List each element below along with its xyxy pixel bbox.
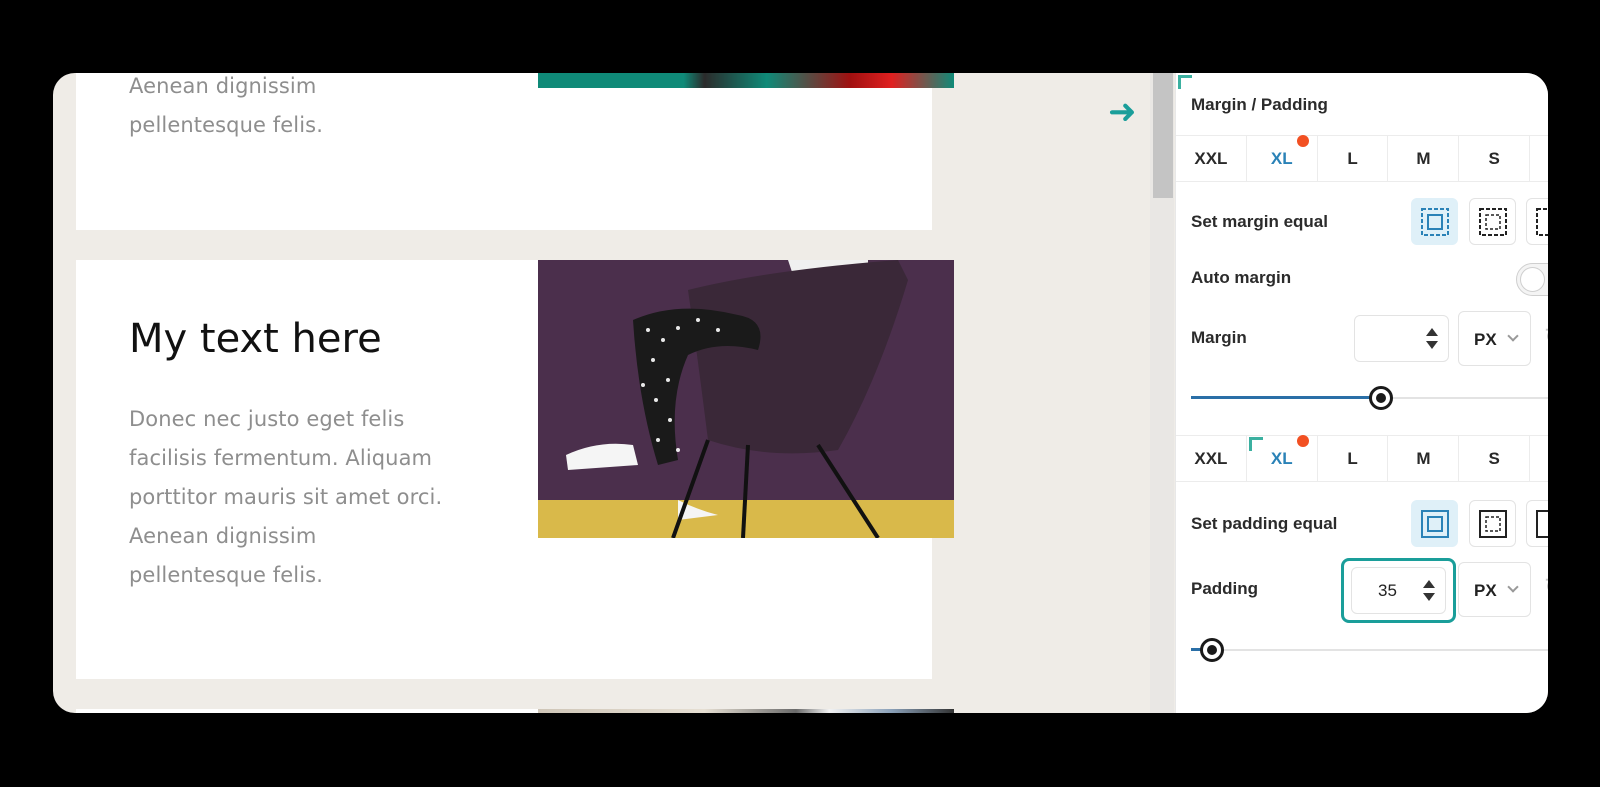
tab-m[interactable]: M (1388, 436, 1460, 481)
card-body-text: Aenean dignissim pellentesque felis. (129, 73, 459, 145)
margin-input[interactable] (1354, 315, 1449, 362)
padding-breakpoint-tabs: XXL XL L M S XS (1176, 435, 1548, 482)
breakpoint-indicator-dot (1296, 135, 1309, 147)
tab-xl[interactable]: XL (1247, 135, 1318, 181)
card-body-text: Donec nec justo eget felis facilisis fer… (129, 407, 443, 587)
card-image (538, 73, 954, 88)
padding-label: Padding (1191, 579, 1259, 598)
padding-all-sides-button[interactable] (1411, 500, 1458, 547)
padding-unit-select[interactable]: PX (1458, 562, 1531, 617)
margin-individual-button[interactable] (1469, 198, 1516, 245)
reset-icon[interactable]: ↻ (1544, 323, 1548, 352)
decrement-icon[interactable] (1423, 593, 1435, 601)
auto-margin-label: Auto margin (1191, 268, 1292, 287)
tab-xxl[interactable]: XXL (1176, 136, 1247, 181)
set-margin-equal-label: Set margin equal (1191, 212, 1328, 231)
increment-icon[interactable] (1426, 328, 1438, 336)
tab-label: XL (1270, 448, 1293, 468)
body-line: Aenean dignissim (129, 74, 317, 98)
padding-none-icon (1535, 509, 1548, 538)
card-image (538, 709, 954, 713)
margin-individual-icon (1478, 207, 1507, 236)
tab-xs[interactable]: XS (1530, 136, 1548, 181)
margin-breakpoint-tabs: XXL XL L M S XS (1176, 135, 1548, 182)
margin-unit-select[interactable]: PX (1458, 311, 1531, 366)
scrollbar-thumb[interactable] (1153, 73, 1173, 198)
reset-icon[interactable]: ↻ (1544, 573, 1548, 602)
decrement-icon[interactable] (1426, 341, 1438, 349)
padding-slider-handle[interactable] (1200, 638, 1224, 662)
unit-label: PX (1474, 581, 1497, 600)
set-padding-equal-label: Set padding equal (1191, 514, 1338, 533)
tab-xl[interactable]: XL (1247, 435, 1318, 481)
tab-xxl[interactable]: XXL (1176, 436, 1247, 481)
increment-icon[interactable] (1423, 580, 1435, 588)
margin-none-icon (1535, 207, 1548, 236)
padding-individual-icon (1478, 509, 1507, 538)
padding-individual-button[interactable] (1469, 500, 1516, 547)
content-card-top[interactable]: Aenean dignissim pellentesque felis. (76, 73, 954, 230)
card-image (538, 260, 954, 538)
chair-photo (538, 260, 954, 538)
padding-value: 35 (1378, 581, 1397, 600)
margin-slider-handle[interactable] (1369, 386, 1393, 410)
padding-slider-track[interactable] (1191, 649, 1548, 651)
unit-label: PX (1474, 330, 1497, 349)
app-window: Aenean dignissim pellentesque felis. My … (53, 73, 1548, 713)
padding-input[interactable]: 35 (1351, 567, 1446, 614)
tab-s[interactable]: S (1459, 436, 1531, 481)
tab-l[interactable]: L (1318, 436, 1389, 481)
toggle-knob (1520, 267, 1545, 292)
margin-none-button[interactable] (1526, 198, 1548, 245)
margin-padding-panel: Margin / Padding XXL XL L M S XS Set mar… (1175, 73, 1548, 713)
body-line: pellentesque felis. (129, 113, 323, 137)
corner-marker-icon (1178, 75, 1192, 89)
chevron-down-icon (1507, 330, 1519, 342)
tab-xs[interactable]: XS (1530, 436, 1548, 481)
tab-l[interactable]: L (1318, 136, 1389, 181)
padding-all-icon (1420, 509, 1449, 538)
tab-label: XL (1270, 148, 1293, 168)
margin-all-icon (1420, 207, 1449, 236)
panel-title: Margin / Padding (1191, 95, 1328, 114)
tab-s[interactable]: S (1459, 136, 1531, 181)
content-card-main[interactable]: My text here Donec nec justo eget felis … (76, 260, 954, 679)
margin-label: Margin (1191, 328, 1247, 347)
breakpoint-indicator-dot (1296, 435, 1309, 447)
tab-m[interactable]: M (1388, 136, 1460, 181)
content-card-bottom[interactable] (76, 709, 954, 713)
chevron-down-icon (1507, 581, 1519, 593)
margin-all-sides-button[interactable] (1411, 198, 1458, 245)
margin-slider-fill (1191, 396, 1381, 399)
auto-margin-toggle[interactable]: ✕ (1516, 263, 1548, 296)
padding-none-button[interactable] (1526, 500, 1548, 547)
arrow-right-icon: ➜ (1108, 93, 1137, 131)
card-heading: My text here (129, 316, 382, 362)
